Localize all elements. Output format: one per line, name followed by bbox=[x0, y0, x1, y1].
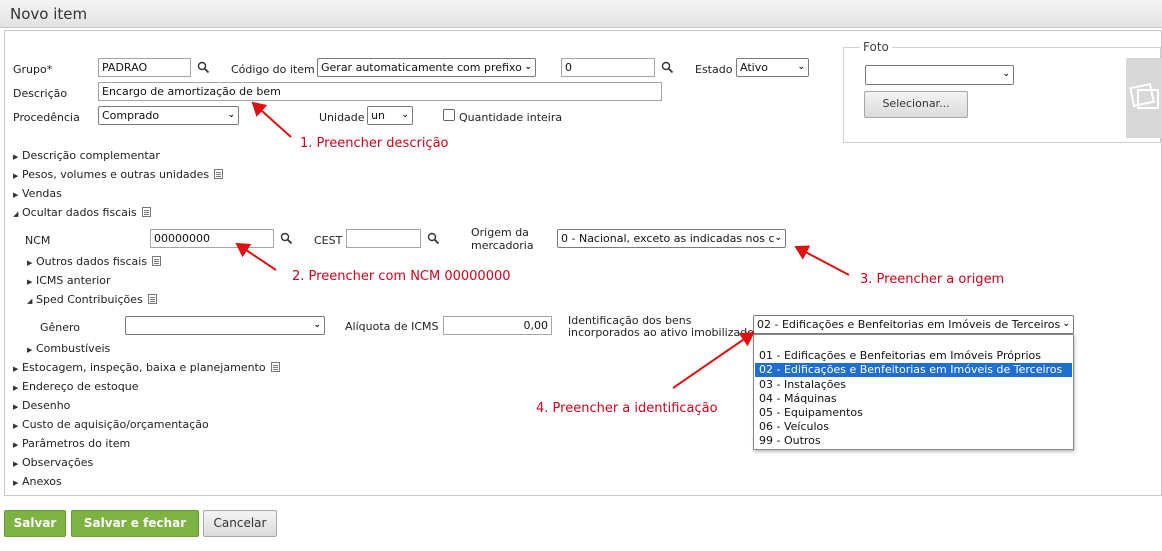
annotation-1: 1. Preencher descrição bbox=[300, 136, 449, 151]
annotation-2: 2. Preencher com NCM 00000000 bbox=[292, 269, 511, 284]
arrow-2 bbox=[235, 242, 277, 271]
annotation-4: 4. Preencher a identificação bbox=[536, 401, 718, 416]
arrow-1 bbox=[251, 101, 292, 138]
save-button[interactable]: Salvar bbox=[4, 510, 66, 537]
save-and-close-button[interactable]: Salvar e fechar bbox=[71, 510, 199, 537]
cancel-button[interactable]: Cancelar bbox=[203, 510, 277, 537]
arrow-4 bbox=[672, 331, 755, 389]
annotation-3: 3. Preencher a origem bbox=[860, 272, 1005, 287]
arrow-3 bbox=[794, 245, 850, 276]
